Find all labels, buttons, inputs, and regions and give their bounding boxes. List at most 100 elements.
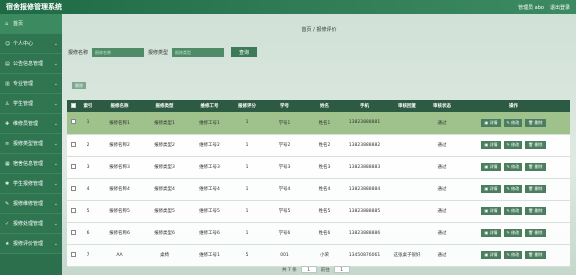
home-icon: ⌂ [5, 20, 9, 27]
action-label: 详情 [489, 208, 498, 213]
row-checkbox[interactable] [70, 251, 76, 257]
table-cell: 13823888885 [342, 200, 387, 223]
detail-button[interactable]: ▣ 详情 [481, 229, 501, 237]
table-cell: 3 [79, 156, 97, 179]
detail-button[interactable]: ▣ 详情 [481, 251, 501, 259]
table-cell: 学号4 [262, 178, 307, 201]
row-checkbox[interactable] [70, 229, 76, 235]
table-cell: 001 [262, 244, 307, 267]
table-cell: 报修类型4 [142, 178, 187, 201]
row-actions-group: ▣ 详情 ✎ 修改 🗑 删除 [457, 229, 570, 237]
user-icon: ♙ [5, 100, 10, 107]
sidebar-item-label: 学生管理 [13, 101, 34, 107]
edit-button[interactable]: ✎ 修改 [503, 229, 523, 237]
table-cell [387, 112, 427, 135]
edit-button[interactable]: ✎ 修改 [503, 251, 523, 259]
sidebar-item-1[interactable]: ☺ 个人中心 ⌄ [0, 34, 62, 54]
user-label: 管理员 abo [518, 4, 544, 11]
row-select-cell [67, 156, 79, 179]
sidebar-item-7[interactable]: ▦ 宿舍信息管理 ⌄ [0, 154, 62, 174]
action-label: 详情 [489, 186, 498, 191]
goto-input[interactable]: 1 [333, 266, 350, 273]
action-label: 删除 [534, 186, 543, 191]
edit-button[interactable]: ✎ 修改 [503, 118, 523, 127]
detail-button[interactable]: ▣ 详情 [481, 163, 501, 171]
sidebar-item-10[interactable]: ✓ 报修处理管理 ⌄ [0, 214, 62, 234]
row-actions: ▣ 详情 ✎ 修改 🗑 删除 [457, 178, 570, 201]
edit-button[interactable]: ✎ 修改 [503, 207, 523, 215]
detail-button[interactable]: ▣ 详情 [481, 118, 501, 127]
table-row[interactable]: 5 报修名称5 报修类型5 维修工号5 1 学号5 姓名5 13823888885 通过 ▣ 详情… [67, 200, 570, 223]
delete-button[interactable]: 🗑 删除 [525, 163, 546, 171]
name-input[interactable] [92, 47, 145, 57]
batch-delete-button[interactable]: 删除 [72, 82, 86, 89]
table-cell: 报修名称3 [97, 156, 142, 179]
row-actions-group: ▣ 详情 ✎ 修改 🗑 删除 [457, 141, 570, 149]
table-cell [387, 134, 427, 157]
row-checkbox[interactable] [70, 119, 76, 125]
table-cell: 通过 [427, 156, 457, 179]
table-row[interactable]: 6 报修名称6 报修类型6 维修工号6 1 学号6 姓名6 13823888886 通过 ▣ 详情… [67, 222, 570, 245]
sidebar-item-0[interactable]: ⌂ 首页 [0, 14, 62, 34]
detail-button[interactable]: ▣ 详情 [481, 185, 501, 193]
sidebar-item-3[interactable]: ▥ 专业管理 ⌄ [0, 74, 62, 94]
action-label: 详情 [489, 230, 498, 235]
sidebar-item-8[interactable]: ✱ 学生报修管理 ⌄ [0, 174, 62, 194]
table-cell: 报修类型1 [142, 112, 187, 135]
top-right: 管理员 abo 退出登录 [518, 4, 570, 11]
sidebar-item-label: 报修类型管理 [13, 141, 44, 147]
detail-button[interactable]: ▣ 详情 [481, 207, 501, 215]
sidebar-item-6[interactable]: ≡ 报修类型管理 ⌄ [0, 134, 62, 154]
row-checkbox[interactable] [70, 207, 76, 213]
logout-link[interactable]: 退出登录 [550, 4, 570, 11]
table-cell: 学号2 [262, 134, 307, 157]
table-cell: 学号1 [262, 112, 307, 135]
column-header: 手机 [342, 100, 387, 112]
chevron-down-icon: ⌄ [53, 240, 58, 247]
column-header: 报修评分 [232, 100, 262, 112]
table-cell: 报修名称4 [97, 178, 142, 201]
select-all-checkbox[interactable] [70, 102, 76, 108]
detail-button[interactable]: ▣ 详情 [481, 141, 501, 149]
row-checkbox[interactable] [70, 163, 76, 169]
search-button[interactable]: 查询 [231, 47, 258, 57]
delete-button[interactable]: 🗑 删除 [525, 207, 546, 215]
table-cell: 姓名4 [307, 178, 342, 201]
table-cell: 13450876061 [342, 244, 387, 267]
list-icon: ≡ [5, 140, 10, 147]
page-current[interactable]: 1 [300, 266, 317, 273]
action-label: 修改 [511, 119, 520, 125]
sidebar-item-4[interactable]: ♙ 学生管理 ⌄ [0, 94, 62, 114]
sidebar-item-2[interactable]: ▤ 公告信息管理 ⌄ [0, 54, 62, 74]
breadcrumb-home[interactable]: 首页 [302, 27, 312, 33]
row-select-cell [67, 200, 79, 223]
edit-button[interactable]: ✎ 修改 [503, 163, 523, 171]
delete-button[interactable]: 🗑 删除 [525, 229, 546, 237]
table-cell: 13823888884 [342, 178, 387, 201]
row-actions-group: ▣ 详情 ✎ 修改 🗑 删除 [457, 185, 570, 193]
action-label: 删除 [534, 208, 543, 213]
table-cell: 5 [79, 200, 97, 223]
row-checkbox[interactable] [70, 141, 76, 147]
sidebar-item-label: 报修评价管理 [13, 241, 44, 247]
sidebar-item-label: 学生报修管理 [13, 181, 44, 187]
delete-button[interactable]: 🗑 删除 [525, 251, 546, 259]
table-row[interactable]: 3 报修名称3 报修类型3 维修工号3 1 学号3 姓名3 13823888883 通过 ▣ 详情… [67, 156, 570, 179]
sidebar-item-5[interactable]: ✚ 维修员管理 ⌄ [0, 114, 62, 134]
sidebar-item-9[interactable]: ✎ 报修维修管理 ⌄ [0, 194, 62, 214]
delete-button[interactable]: 🗑 删除 [525, 185, 546, 193]
delete-button[interactable]: 🗑 删除 [525, 141, 546, 149]
delete-button[interactable]: 🗑 删除 [525, 118, 546, 127]
type-input[interactable] [172, 47, 225, 57]
table-row[interactable]: 7 AA 桌椅 维修工号1 5 001 小荣 13450876061 这张桌子很好 通过 ▣ 详情 ✎… [67, 244, 570, 267]
edit-button[interactable]: ✎ 修改 [503, 185, 523, 193]
top-bar: 宿舍报修管理系统 管理员 abo 退出登录 [0, 0, 576, 14]
edit-button[interactable]: ✎ 修改 [503, 141, 523, 149]
row-checkbox[interactable] [70, 185, 76, 191]
table-row[interactable]: 4 报修名称4 报修类型4 维修工号4 1 学号4 姓名4 13823888884 通过 ▣ 详情… [67, 178, 570, 201]
column-header: 姓名 [307, 100, 342, 112]
data-table: 索引 报修名称 报修类型 维修工号 报修评分 学号 姓名 手机 审核回复 审核状态 操作 1 报修名称… [67, 100, 570, 267]
sidebar-item-11[interactable]: ★ 报修评价管理 ⌄ [0, 234, 62, 254]
table-row[interactable]: 1 报修名称1 报修类型1 维修工号1 1 学号1 姓名1 13823888881 通过 ▣ 详情… [67, 112, 570, 135]
table-row[interactable]: 2 报修名称2 报修类型2 维修工号2 1 学号2 姓名2 13823888882 通过 ▣ 详情… [67, 134, 570, 157]
